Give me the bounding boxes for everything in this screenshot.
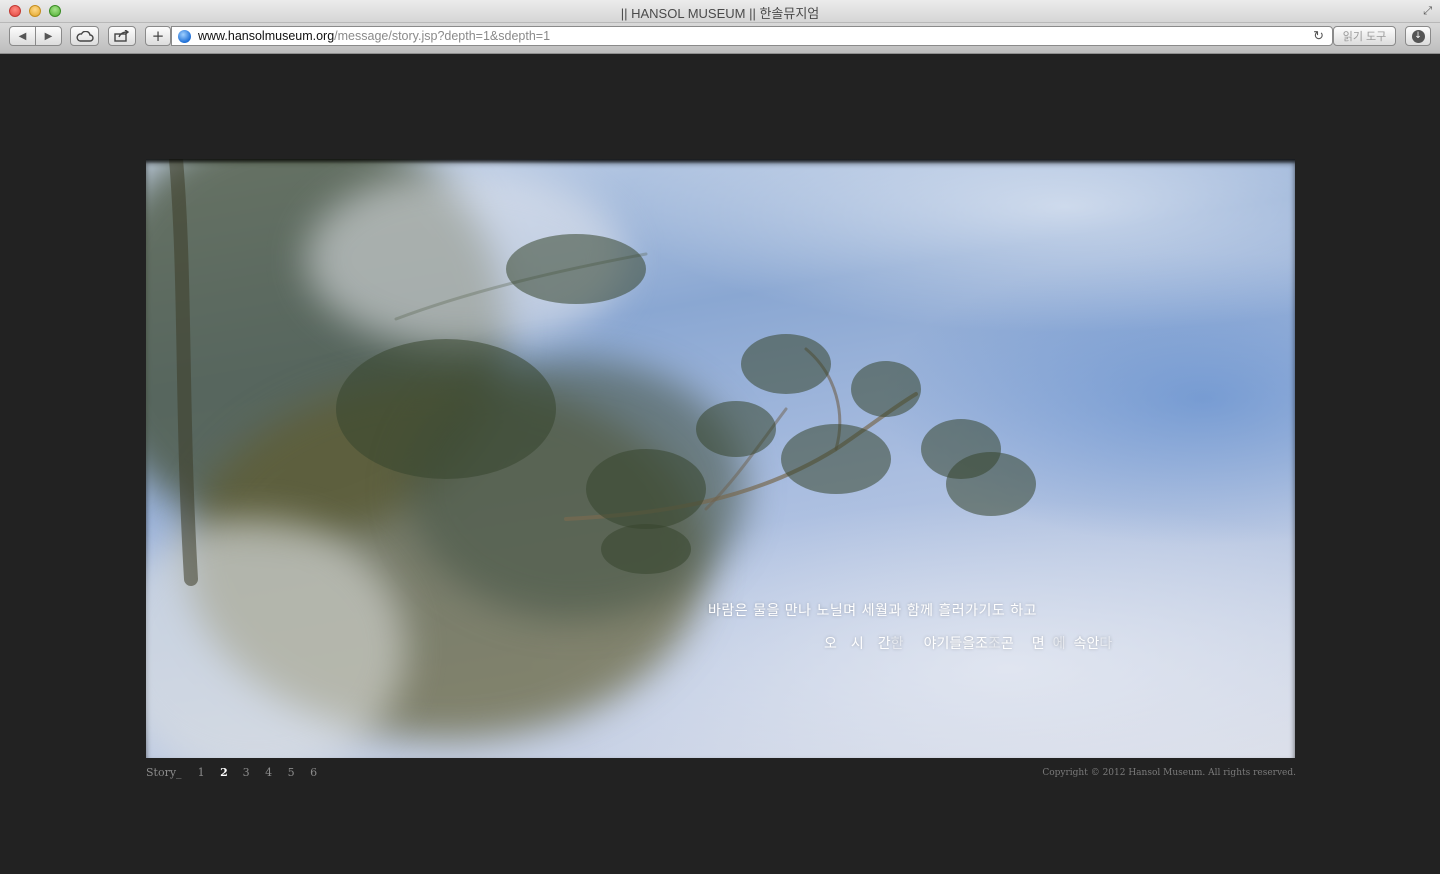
share-icon xyxy=(114,30,130,42)
cloud-icon xyxy=(76,30,94,42)
share-button[interactable] xyxy=(108,26,136,46)
story-page-link-4[interactable]: 4 xyxy=(265,766,288,779)
caption-char: 야기들을 xyxy=(923,636,976,652)
download-icon: ↓ xyxy=(1411,29,1425,43)
url-host: www.hansolmuseum.org xyxy=(198,29,335,43)
forward-arrow-icon: ▶ xyxy=(44,30,53,42)
caption-char: 간 xyxy=(877,636,891,652)
story-nav-label: Story_ xyxy=(146,766,182,779)
reader-button[interactable]: 읽기 도구 xyxy=(1333,26,1396,46)
window-title: || HANSOL MUSEUM || 한솔뮤지엄 xyxy=(620,6,820,21)
forward-button[interactable]: ▶ xyxy=(35,27,61,45)
globe-icon xyxy=(178,30,191,43)
caption-char: 조 xyxy=(975,636,988,652)
story-page-list: 123456 xyxy=(198,766,333,779)
url-text: www.hansolmuseum.org/message/story.jsp?d… xyxy=(198,29,550,43)
address-bar[interactable]: www.hansolmuseum.org/message/story.jsp?d… xyxy=(171,26,1333,46)
story-page-link-2[interactable]: 2 xyxy=(220,766,243,779)
window-titlebar: || HANSOL MUSEUM || 한솔뮤지엄 ⤢ xyxy=(0,0,1440,23)
caption-char: 오 xyxy=(824,636,837,652)
pine-branch-drawing xyxy=(169,159,1036,586)
caption-char: 조 xyxy=(987,636,1001,652)
story-page-link-1[interactable]: 1 xyxy=(198,766,221,779)
story-photo: 바람은 물을 만나 노닐며 세월과 함께 흘러가기도 하고 오 시 간한 야기들을조조… xyxy=(146,159,1295,758)
reload-icon[interactable]: ↻ xyxy=(1313,28,1324,44)
fullscreen-icon[interactable]: ⤢ xyxy=(1423,4,1432,18)
caption-char: 에 xyxy=(1052,636,1066,652)
caption-char: 곤 xyxy=(1000,636,1014,652)
history-nav-group: ◀ ▶ xyxy=(9,26,62,46)
caption-char: 시 xyxy=(850,636,864,652)
story-caption-line1: 바람은 물을 만나 노닐며 세월과 함께 흘러가기도 하고 xyxy=(708,603,1038,619)
caption-char: 다 xyxy=(1099,636,1113,652)
caption-char: 면 xyxy=(1031,636,1045,652)
back-button[interactable]: ◀ xyxy=(10,27,35,45)
story-caption-line2: 오 시 간한 야기들을조조곤 면 에 속안다 xyxy=(824,633,1112,653)
url-path: /message/story.jsp?depth=1&sdepth=1 xyxy=(334,29,551,43)
add-bookmark-button[interactable]: + xyxy=(145,26,171,46)
caption-char: 안 xyxy=(1086,636,1100,652)
story-page-link-3[interactable]: 3 xyxy=(243,766,266,779)
caption-char: 한 xyxy=(890,636,904,652)
downloads-button[interactable]: ↓ xyxy=(1405,26,1431,46)
story-page-link-5[interactable]: 5 xyxy=(288,766,311,779)
back-arrow-icon: ◀ xyxy=(18,30,27,42)
browser-toolbar: ◀ ▶ + www.hansolmuseum.org/message/story… xyxy=(0,23,1440,54)
story-page-link-6[interactable]: 6 xyxy=(310,766,333,779)
caption-char: 속 xyxy=(1073,636,1087,652)
story-pagination: Story_ 123456 xyxy=(146,766,333,779)
copyright-text: Copyright © 2012 Hansol Museum. All righ… xyxy=(1042,768,1296,778)
icloud-tabs-button[interactable] xyxy=(70,26,99,46)
